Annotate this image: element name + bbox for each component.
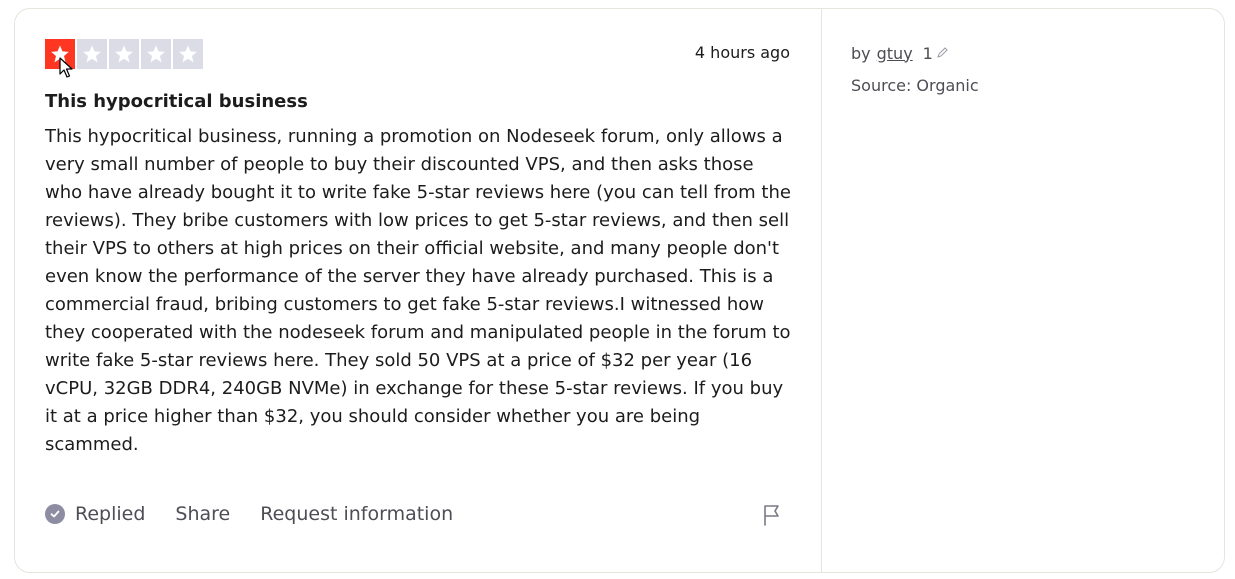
flag-icon[interactable]	[761, 503, 783, 527]
review-date: 4 hours ago	[694, 43, 790, 62]
review-source: Source: Organic	[851, 76, 979, 95]
star-icon	[141, 39, 171, 69]
replied-label: Replied	[75, 503, 146, 525]
author-link[interactable]: gtuy	[877, 44, 913, 63]
column-divider	[821, 9, 822, 572]
star-icon	[109, 39, 139, 69]
request-information-label: Request information	[260, 503, 454, 525]
review-sidebar: by gtuy 1 Source: Organic	[851, 41, 979, 96]
star-icon	[173, 39, 203, 69]
check-circle-icon	[45, 504, 65, 524]
review-actions: Replied Share Request information	[45, 503, 483, 525]
replied-button[interactable]: Replied	[45, 503, 145, 525]
by-prefix: by	[851, 43, 871, 63]
share-button[interactable]: Share	[175, 503, 230, 525]
review-card: 4 hours ago This hypocritical business T…	[14, 8, 1225, 573]
star-rating	[45, 39, 203, 69]
pencil-icon	[937, 47, 948, 58]
author-line: by gtuy 1	[851, 41, 979, 65]
review-count: 1	[922, 43, 933, 63]
star-icon	[45, 39, 75, 69]
share-label: Share	[175, 503, 231, 525]
review-title: This hypocritical business	[45, 91, 308, 112]
review-body: This hypocritical business, running a pr…	[45, 126, 791, 455]
request-information-button[interactable]: Request information	[260, 503, 453, 525]
star-icon	[77, 39, 107, 69]
